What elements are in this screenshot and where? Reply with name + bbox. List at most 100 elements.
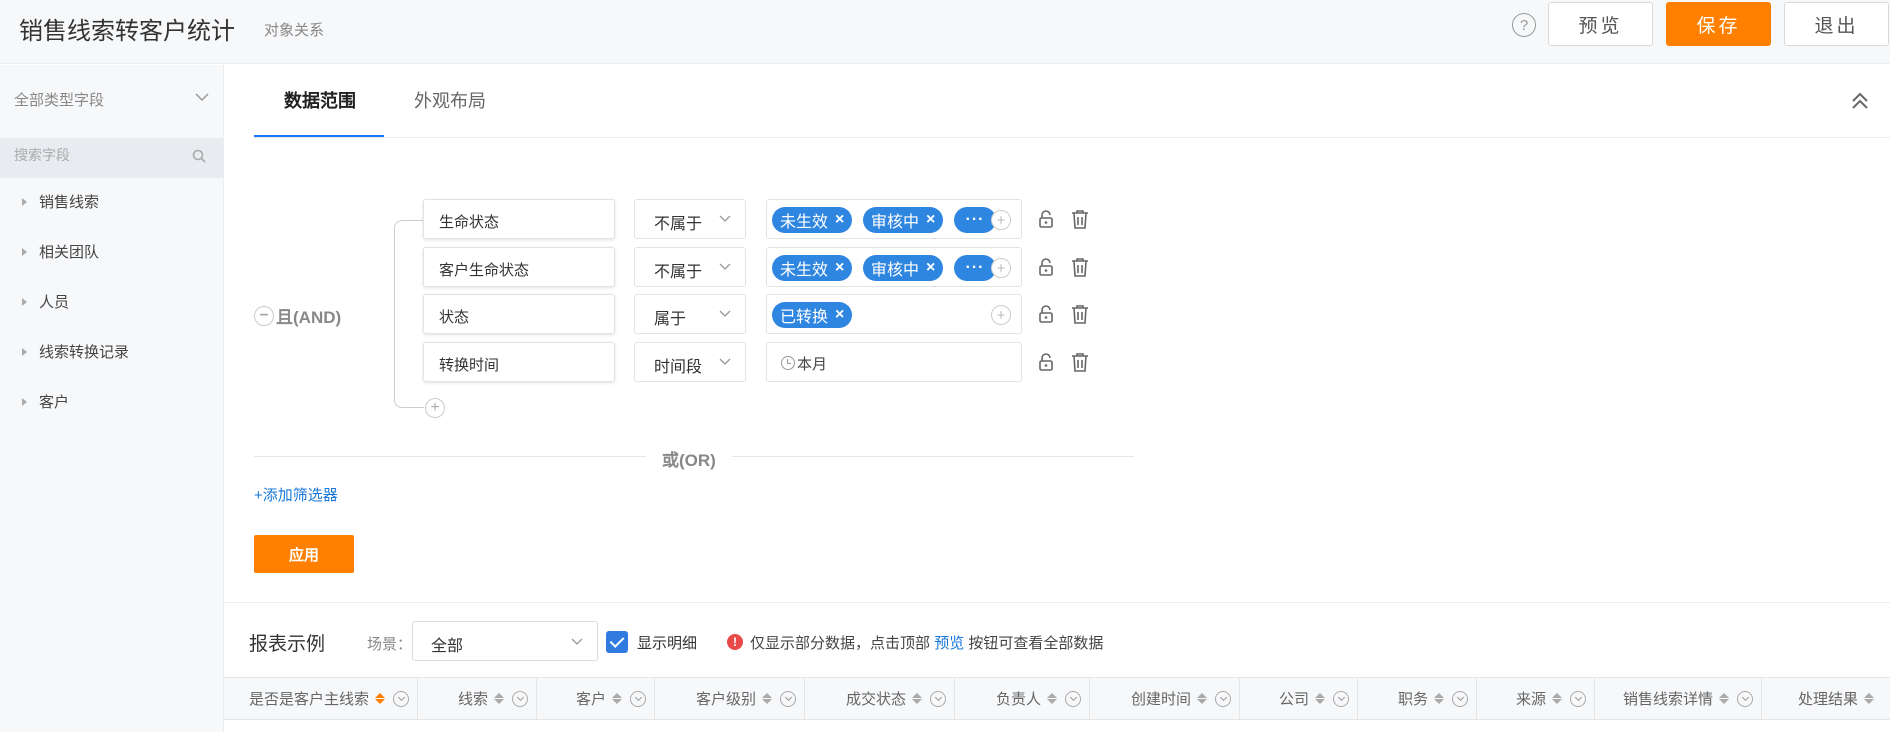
table-column-header[interactable]: 客户: [537, 678, 655, 719]
add-filter-link[interactable]: +添加筛选器: [254, 484, 338, 505]
collapse-up-icon[interactable]: [1850, 89, 1870, 113]
sort-icon[interactable]: [612, 693, 622, 704]
tab-data-range[interactable]: 数据范围: [284, 87, 356, 113]
column-menu-icon[interactable]: [1452, 690, 1468, 707]
delete-icon[interactable]: [1071, 257, 1089, 277]
table-column-header[interactable]: 销售线索详情: [1595, 678, 1762, 719]
delete-icon[interactable]: [1071, 304, 1089, 324]
field-search-box: [0, 138, 224, 178]
column-menu-icon[interactable]: [1737, 690, 1753, 707]
column-menu-icon[interactable]: [393, 690, 409, 707]
sort-icon[interactable]: [912, 693, 922, 704]
filter-field-select[interactable]: 转换时间: [423, 342, 615, 382]
sort-icon[interactable]: [1719, 693, 1729, 704]
remove-tag-icon[interactable]: ×: [926, 259, 935, 277]
add-value-icon[interactable]: +: [991, 305, 1011, 325]
more-tags-badge[interactable]: ···: [954, 255, 996, 281]
table-column-header[interactable]: 职务: [1358, 678, 1477, 719]
column-menu-icon[interactable]: [630, 690, 646, 707]
filter-row: 生命状态 不属于 未生效 × 审核中 × ··· +: [423, 199, 1143, 241]
unlock-icon[interactable]: [1037, 305, 1055, 323]
help-icon[interactable]: ?: [1512, 13, 1536, 37]
column-menu-icon[interactable]: [930, 690, 946, 707]
table-column-header[interactable]: 成交状态: [805, 678, 955, 719]
add-value-icon[interactable]: +: [991, 258, 1011, 278]
show-detail-checkbox[interactable]: [606, 631, 628, 653]
search-icon[interactable]: [192, 149, 206, 163]
unlock-icon[interactable]: [1037, 210, 1055, 228]
chevron-down-icon: [719, 215, 731, 222]
filter-field-select[interactable]: 客户生命状态: [423, 247, 615, 287]
chevron-down-icon: [719, 358, 731, 365]
filter-operator-select[interactable]: 属于: [634, 294, 746, 334]
tree-item-related-team[interactable]: 相关团队: [0, 243, 224, 293]
filter-value-box[interactable]: 未生效 × 审核中 × ··· +: [766, 247, 1022, 287]
add-value-icon[interactable]: +: [991, 210, 1011, 230]
column-menu-icon[interactable]: [1570, 690, 1586, 707]
save-button[interactable]: 保存: [1666, 2, 1771, 46]
filter-field-select[interactable]: 生命状态: [423, 199, 615, 239]
and-group-label: − 且(AND): [254, 303, 341, 328]
table-column-header[interactable]: 负责人: [955, 678, 1090, 719]
delete-icon[interactable]: [1071, 352, 1089, 372]
notice-preview-link[interactable]: 预览: [934, 635, 964, 652]
filter-value-box[interactable]: 已转换 × +: [766, 294, 1022, 334]
column-menu-icon[interactable]: [1065, 690, 1081, 707]
unlock-icon[interactable]: [1037, 258, 1055, 276]
remove-tag-icon[interactable]: ×: [926, 211, 935, 229]
column-menu-icon[interactable]: [1333, 690, 1349, 707]
field-type-select[interactable]: 全部类型字段: [14, 89, 210, 113]
remove-group-icon[interactable]: −: [254, 305, 274, 326]
filter-operator-select[interactable]: 时间段: [634, 342, 746, 382]
remove-tag-icon[interactable]: ×: [835, 306, 844, 324]
exit-button[interactable]: 退出: [1784, 2, 1889, 46]
column-menu-icon[interactable]: [512, 690, 528, 707]
sort-icon[interactable]: [1047, 693, 1057, 704]
sort-icon[interactable]: [1864, 693, 1874, 704]
tree-item-conversion-record[interactable]: 线索转换记录: [0, 343, 224, 393]
tab-appearance-layout[interactable]: 外观布局: [414, 87, 486, 113]
remove-tag-icon[interactable]: ×: [835, 211, 844, 229]
unlock-icon[interactable]: [1037, 353, 1055, 371]
filter-field-select[interactable]: 状态: [423, 294, 615, 334]
apply-button[interactable]: 应用: [254, 535, 354, 573]
add-condition-icon[interactable]: +: [425, 398, 445, 418]
column-label: 职务: [1397, 691, 1428, 708]
delete-icon[interactable]: [1071, 209, 1089, 229]
column-label: 来源: [1515, 691, 1546, 708]
table-column-header[interactable]: 线索: [418, 678, 537, 719]
notice-text: 按钮可查看全部数据: [968, 635, 1104, 652]
table-column-header[interactable]: 来源: [1477, 678, 1595, 719]
value-tag: 已转换 ×: [772, 302, 853, 328]
table-column-header[interactable]: 创建时间: [1090, 678, 1240, 719]
table-column-header[interactable]: 处理结果: [1762, 678, 1890, 719]
tree-item-customer[interactable]: 客户: [0, 393, 224, 443]
sort-icon[interactable]: [762, 693, 772, 704]
top-header: 销售线索转客户统计 对象关系 ? 预览 保存 退出: [0, 0, 1890, 64]
remove-tag-icon[interactable]: ×: [835, 259, 844, 277]
sort-icon[interactable]: [1552, 693, 1562, 704]
filter-operator-select[interactable]: 不属于: [634, 199, 746, 239]
time-range-input[interactable]: 本月: [766, 342, 1022, 382]
operator-value: 时间段: [654, 359, 703, 376]
preview-button[interactable]: 预览: [1548, 2, 1653, 46]
more-tags-badge[interactable]: ···: [954, 207, 996, 233]
column-menu-icon[interactable]: [780, 690, 796, 707]
table-column-header[interactable]: 公司: [1240, 678, 1358, 719]
scene-select[interactable]: 全部: [412, 621, 598, 661]
sort-icon[interactable]: [1434, 693, 1444, 704]
sort-icon[interactable]: [494, 693, 504, 704]
sort-icon[interactable]: [375, 693, 385, 704]
tree-item-personnel[interactable]: 人员: [0, 293, 224, 343]
report-title: 报表示例: [249, 634, 326, 655]
sort-icon[interactable]: [1315, 693, 1325, 704]
sort-icon[interactable]: [1197, 693, 1207, 704]
tree-item-sales-lead[interactable]: 销售线索: [0, 193, 224, 243]
scene-label: 场景：: [367, 636, 413, 653]
filter-value-box[interactable]: 未生效 × 审核中 × ··· +: [766, 199, 1022, 239]
column-menu-icon[interactable]: [1215, 690, 1231, 707]
field-search-input[interactable]: [14, 147, 184, 163]
table-column-header[interactable]: 是否是客户主线索: [224, 678, 418, 719]
filter-operator-select[interactable]: 不属于: [634, 247, 746, 287]
table-column-header[interactable]: 客户级别: [655, 678, 805, 719]
